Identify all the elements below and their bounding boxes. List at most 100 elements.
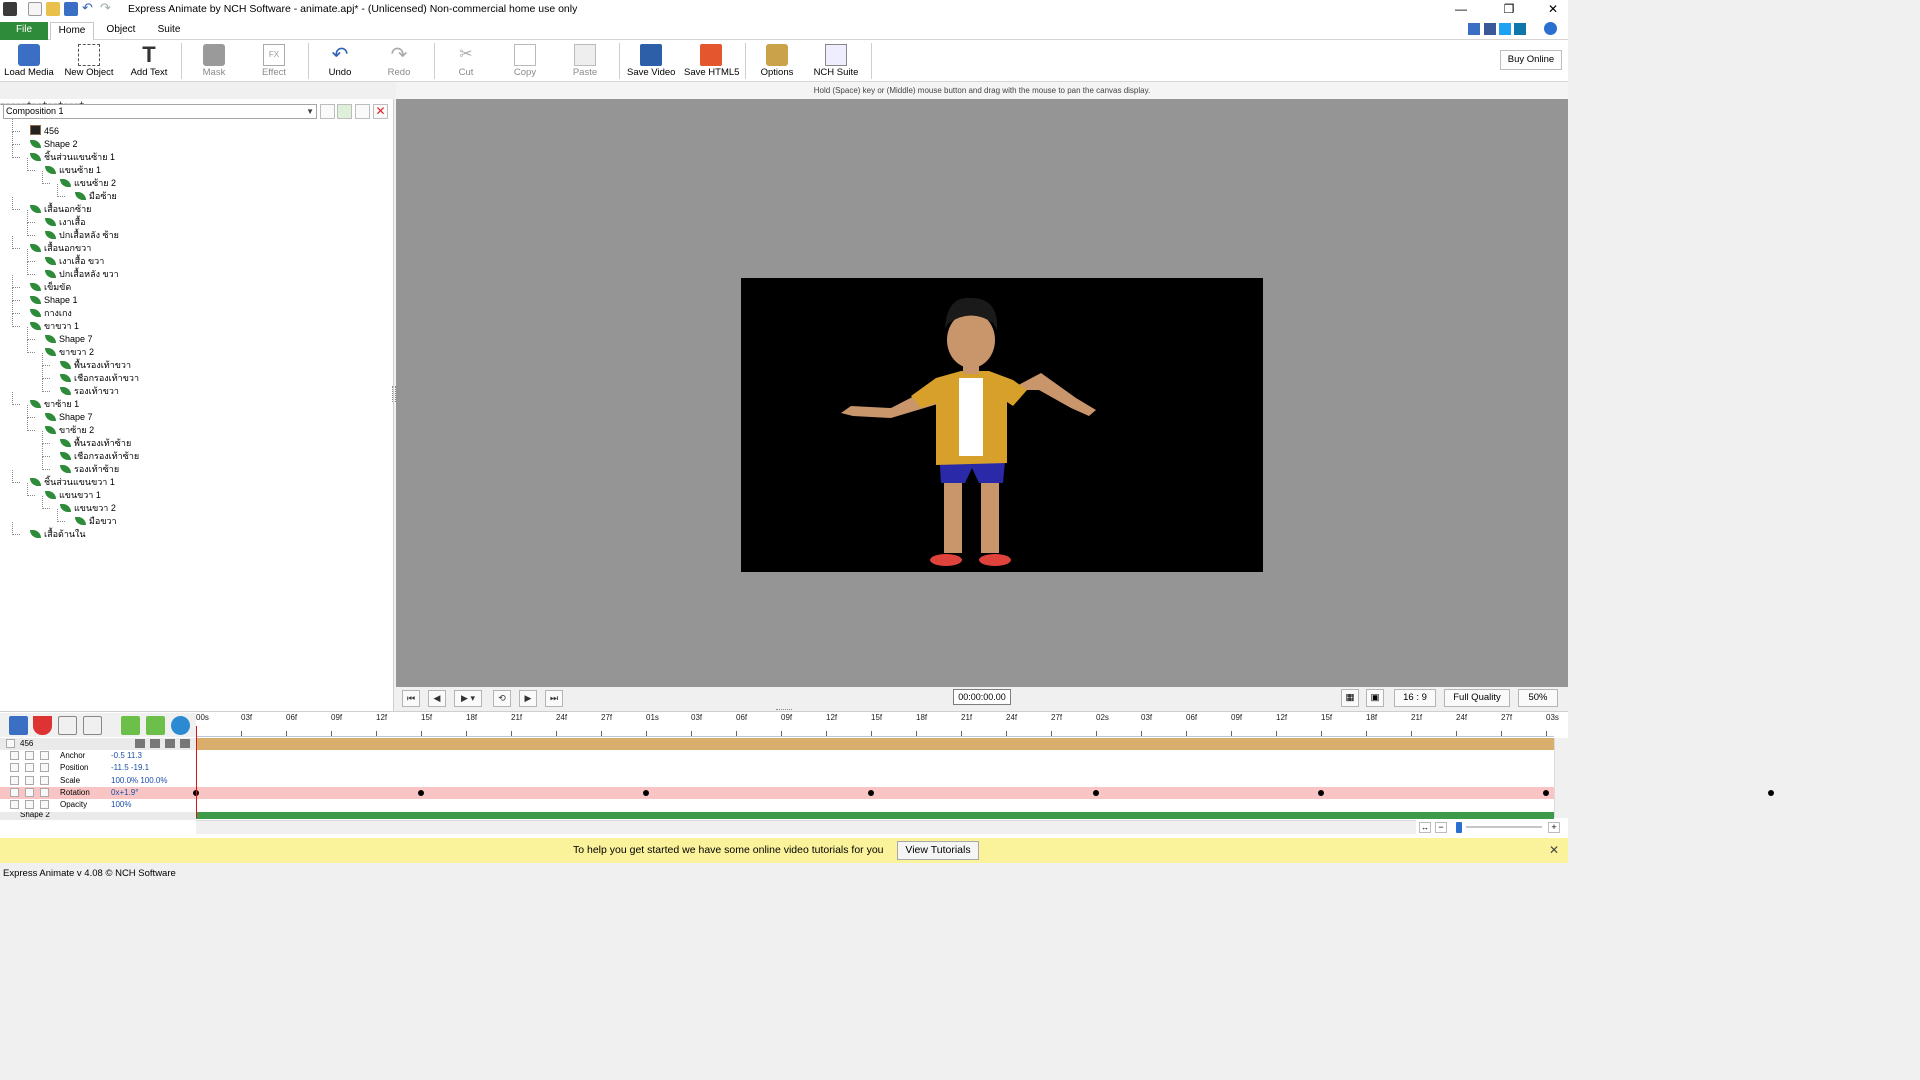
delete-composition-icon[interactable]: ✕ — [373, 104, 388, 119]
next-keyframe-icon[interactable] — [40, 775, 49, 785]
tree-item[interactable]: Shape 7 — [45, 411, 93, 424]
next-keyframe-icon[interactable] — [40, 763, 49, 773]
keyframe-marker[interactable] — [643, 789, 649, 796]
timecode-display[interactable]: 00:00:00.00 — [953, 689, 1011, 705]
keyframe-toggle-icon[interactable] — [25, 800, 34, 810]
property-track-opacity[interactable] — [196, 799, 1554, 812]
minimize-button[interactable]: — — [1446, 0, 1476, 20]
tab-suite[interactable]: Suite — [148, 22, 190, 40]
tree-item[interactable]: เข็มขัด — [30, 281, 71, 294]
tree-item[interactable]: ขาซ้าย 1 — [30, 398, 79, 411]
timeline-ruler[interactable]: 00s 03f 06f 09f 12f 15f 18f 21f 24f 27f 01s 03f 06f 0… — [196, 713, 1559, 737]
keyframe-marker[interactable] — [1768, 789, 1774, 796]
paste-button[interactable]: Paste — [567, 42, 603, 80]
next-keyframe-icon[interactable] — [40, 751, 49, 760]
twitter-icon[interactable] — [1499, 23, 1511, 35]
property-value[interactable]: 100.0% 100.0% — [111, 775, 168, 787]
tree-item[interactable]: รองเท้าซ้าย — [60, 463, 119, 476]
help-circle-icon[interactable] — [171, 716, 190, 735]
layer-solo-icon[interactable] — [165, 739, 175, 748]
next-frame-icon[interactable]: ▶ — [519, 690, 537, 707]
zoom-button[interactable]: 50% — [1518, 689, 1558, 707]
aspect-ratio-button[interactable]: 16 : 9 — [1394, 689, 1436, 707]
tree-item[interactable]: เสื้อนอกขวา — [30, 242, 91, 255]
loop-icon[interactable]: ⟲ — [493, 690, 511, 707]
duplicate-composition-icon[interactable] — [355, 104, 370, 119]
tree-item[interactable]: ปกเสื้อหลัง ซ้าย — [45, 229, 119, 242]
close-window-button[interactable]: ✕ — [1538, 0, 1568, 20]
audio-icon[interactable] — [9, 716, 28, 735]
new-object-button[interactable]: New Object — [62, 42, 116, 80]
prev-keyframe-icon[interactable] — [10, 787, 19, 797]
view-tutorials-button[interactable]: View Tutorials — [897, 841, 979, 860]
close-icon[interactable]: ✕ — [1549, 843, 1559, 857]
property-value[interactable]: 0x+1.9° — [111, 787, 138, 799]
tree-item[interactable]: ชิ้นส่วนแขนขวา 1 — [30, 476, 115, 489]
layer-row-shape-2[interactable]: Shape 2 — [0, 812, 196, 820]
cut-button[interactable]: ✂ Cut — [448, 42, 484, 80]
layer-row-456[interactable]: 456 — [0, 738, 196, 750]
prev-keyframe-icon[interactable] — [10, 800, 19, 810]
go-to-end-icon[interactable]: ⏭ — [545, 690, 563, 707]
options-button[interactable]: Options — [759, 42, 795, 80]
tree-item[interactable]: ขาซ้าย 2 — [45, 424, 94, 437]
timeline-zoom-slider[interactable] — [1466, 826, 1542, 828]
tree-item[interactable]: เสื้อนอกซ้าย — [30, 203, 91, 216]
tab-file[interactable]: File — [0, 22, 48, 40]
move-down-icon[interactable] — [146, 716, 165, 735]
keyframe-marker[interactable] — [418, 789, 424, 796]
tree-item[interactable]: พื้นรองเท้าซ้าย — [60, 437, 131, 450]
zoom-in-icon[interactable]: + — [1548, 822, 1560, 833]
next-keyframe-icon[interactable] — [40, 800, 49, 810]
grid-icon[interactable]: ▦ — [1341, 689, 1359, 707]
keyframe-toggle-icon[interactable] — [25, 751, 34, 760]
timeline-vertical-scrollbar[interactable] — [1554, 738, 1568, 818]
curve-icon[interactable] — [58, 716, 77, 735]
tree-item[interactable]: เงาเสื้อ — [45, 216, 86, 229]
collapse-icon[interactable] — [6, 739, 15, 748]
layer-visibility-icon[interactable] — [135, 739, 145, 748]
load-media-button[interactable]: Load Media — [4, 42, 54, 80]
tools-icon[interactable] — [320, 104, 335, 119]
restore-button[interactable]: ❐ — [1494, 0, 1524, 20]
prev-keyframe-icon[interactable] — [10, 763, 19, 773]
tree-item[interactable]: ขาขวา 2 — [45, 346, 94, 359]
tree-item[interactable]: มือซ้าย — [75, 190, 117, 203]
undo-button[interactable]: ↶ Undo — [322, 42, 358, 80]
help-icon[interactable] — [1544, 22, 1557, 35]
tree-item[interactable]: แขนซ้าย 1 — [45, 164, 101, 177]
prev-keyframe-icon[interactable] — [10, 775, 19, 785]
nch-suite-button[interactable]: NCH Suite — [812, 42, 860, 80]
quality-button[interactable]: Full Quality — [1444, 689, 1510, 707]
facebook-icon[interactable] — [1484, 23, 1496, 35]
zoom-out-icon[interactable]: − — [1435, 822, 1447, 833]
copy-button[interactable]: Copy — [507, 42, 543, 80]
property-value[interactable]: 100% — [111, 799, 131, 811]
tab-object[interactable]: Object — [98, 22, 144, 40]
play-icon[interactable]: ▶ ▾ — [454, 690, 482, 707]
keyframe-toggle-icon[interactable] — [25, 787, 34, 797]
tree-item[interactable]: มือขวา — [75, 515, 117, 528]
tree-item[interactable]: Shape 7 — [45, 333, 93, 346]
layer-options-icon[interactable] — [180, 739, 190, 748]
tree-item[interactable]: ปกเสื้อหลัง ขวา — [45, 268, 119, 281]
like-icon[interactable] — [1468, 23, 1480, 35]
move-up-icon[interactable] — [121, 716, 140, 735]
property-row-position[interactable]: Position -11.5 -19.1 — [0, 762, 196, 775]
prev-keyframe-icon[interactable] — [10, 751, 19, 760]
property-row-anchor[interactable]: Anchor -0.5 11.3 — [0, 750, 196, 762]
layer-track-shape-2[interactable] — [196, 812, 1554, 819]
effect-button[interactable]: FX Effect — [256, 42, 292, 80]
tree-item[interactable]: Shape 1 — [30, 294, 78, 307]
layer-lock-icon[interactable] — [150, 739, 160, 748]
keyframe-marker[interactable] — [1543, 789, 1549, 796]
playhead[interactable] — [196, 726, 197, 818]
save-html5-button[interactable]: Save HTML5 — [684, 42, 739, 80]
safe-area-icon[interactable]: ▣ — [1366, 689, 1384, 707]
layer-track-456[interactable] — [196, 738, 1554, 750]
tree-item[interactable]: เสื้อด้านใน — [30, 528, 86, 541]
fit-timeline-icon[interactable]: ↔ — [1419, 822, 1431, 833]
tree-item[interactable]: ขาขวา 1 — [30, 320, 79, 333]
tab-home[interactable]: Home — [50, 22, 94, 40]
tree-item[interactable]: รองเท้าขวา — [60, 385, 119, 398]
